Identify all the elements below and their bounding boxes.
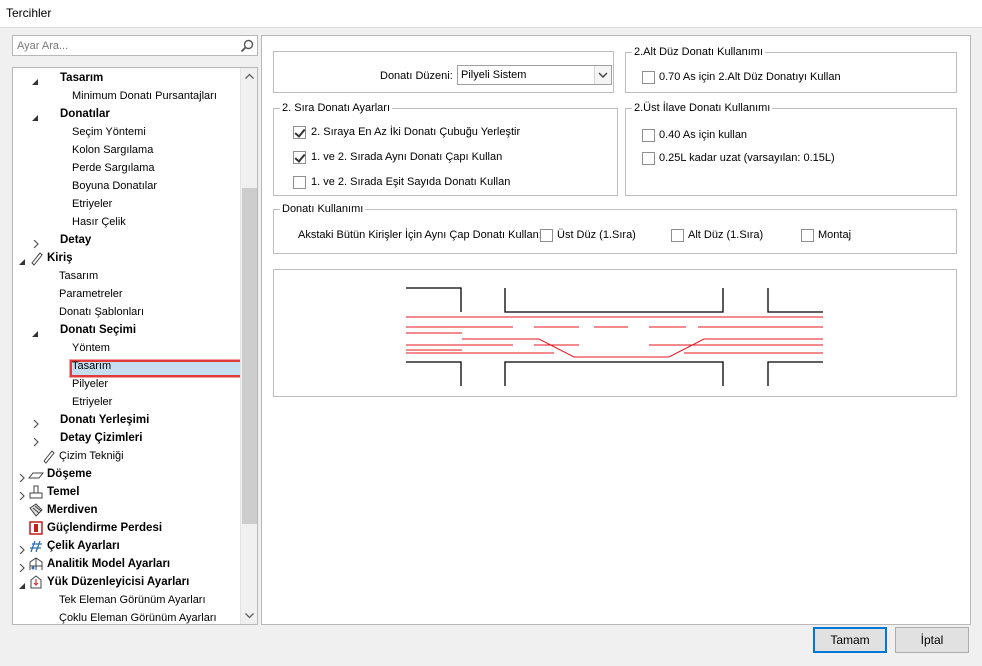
assembly-label: Montaj — [818, 229, 852, 241]
bottom-second-row-group: 2.Alt Düz Donatı Kullanımı 0.70 As için … — [625, 46, 957, 93]
bottom-second-row-legend: 2.Alt Düz Donatı Kullanımı — [634, 46, 764, 58]
equal-count-label: 1. ve 2. Sırada Eşit Sayıda Donatı Kulla… — [311, 176, 511, 188]
bottom-straight-checkbox[interactable] — [671, 229, 684, 242]
foundation-icon — [28, 484, 44, 500]
beam-rebar-drawing — [406, 287, 823, 386]
collapse-arrow-icon[interactable] — [31, 326, 39, 337]
top-straight-checkbox[interactable] — [540, 229, 553, 242]
expand-arrow-icon[interactable] — [18, 542, 26, 555]
arrangement-label: Donatı Düzeni: — [380, 70, 453, 82]
expand-arrow-icon[interactable] — [32, 236, 40, 249]
beam-icon — [28, 250, 44, 266]
bottom-second-row-checkbox[interactable] — [642, 71, 655, 84]
settings-search[interactable] — [12, 35, 258, 56]
top-straight-label: Üst Düz (1.Sıra) — [557, 229, 636, 241]
steel-icon — [28, 538, 44, 554]
scroll-up-arrow-icon[interactable] — [241, 68, 257, 85]
expand-arrow-icon[interactable] — [18, 488, 26, 501]
equal-count-checkbox[interactable] — [293, 176, 306, 189]
search-input[interactable] — [13, 36, 239, 55]
stairs-icon — [28, 502, 44, 518]
settings-tree[interactable]: Tasarım Minimum Donatı Pursantajları Don… — [12, 67, 258, 625]
expand-arrow-icon[interactable] — [18, 470, 26, 483]
rebar-diagram — [273, 269, 957, 397]
bottom-second-row-label: 0.70 As için 2.Alt Düz Donatıyı Kullan — [659, 71, 841, 83]
shear-wall-icon — [28, 520, 44, 536]
chevron-down-icon[interactable] — [594, 66, 611, 84]
load-editor-icon — [28, 574, 44, 590]
bottom-straight-label: Alt Düz (1.Sıra) — [688, 229, 764, 241]
min-two-bars-label: 2. Sıraya En Az İki Donatı Çubuğu Yerleş… — [311, 126, 521, 138]
second-row-legend: 2. Sıra Donatı Ayarları — [282, 102, 391, 114]
extend-025l-label: 0.25L kadar uzat (varsayılan: 0.15L) — [659, 152, 835, 164]
arrangement-group: Donatı Düzeni: Pilyeli Sistem — [273, 51, 614, 93]
rebar-usage-group: Donatı Kullanımı Akstaki Bütün Kirişler … — [273, 203, 957, 254]
title-bar: Tercihler — [0, 0, 982, 28]
rebar-usage-legend: Donatı Kullanımı — [282, 203, 364, 215]
ok-button[interactable]: Tamam — [813, 627, 887, 653]
search-icon[interactable] — [239, 38, 255, 54]
assembly-checkbox[interactable] — [801, 229, 814, 242]
same-diameter-label: 1. ve 2. Sırada Aynı Donatı Çapı Kullan — [311, 151, 503, 163]
scroll-down-arrow-icon[interactable] — [241, 607, 257, 624]
beam-icon — [40, 448, 56, 464]
min-two-bars-checkbox[interactable] — [293, 126, 306, 139]
slab-icon — [27, 466, 45, 482]
expand-arrow-icon[interactable] — [32, 416, 40, 429]
extend-025l-checkbox[interactable] — [642, 152, 655, 165]
expand-arrow-icon[interactable] — [32, 434, 40, 447]
collapse-arrow-icon[interactable] — [31, 74, 39, 85]
analytic-model-icon — [28, 556, 44, 572]
same-diameter-axis-label: Akstaki Bütün Kirişler İçin Aynı Çap Don… — [298, 229, 542, 241]
collapse-arrow-icon[interactable] — [18, 578, 26, 589]
top-extra-legend: 2.Üst İlave Donatı Kullanımı — [634, 102, 771, 114]
second-row-settings-group: 2. Sıra Donatı Ayarları 2. Sıraya En Az … — [273, 102, 618, 196]
scrollbar-thumb[interactable] — [242, 188, 257, 524]
arrangement-dropdown[interactable]: Pilyeli Sistem — [457, 65, 612, 85]
settings-content-panel: Donatı Düzeni: Pilyeli Sistem 2.Alt Düz … — [261, 35, 971, 625]
same-diameter-checkbox[interactable] — [293, 151, 306, 164]
collapse-arrow-icon[interactable] — [18, 254, 26, 265]
window-title: Tercihler — [6, 6, 52, 20]
expand-arrow-icon[interactable] — [18, 560, 26, 573]
use-040-label: 0.40 As için kullan — [659, 129, 748, 141]
top-extra-group: 2.Üst İlave Donatı Kullanımı 0.40 As içi… — [625, 102, 957, 196]
use-040-checkbox[interactable] — [642, 129, 655, 142]
arrangement-value: Pilyeli Sistem — [461, 69, 527, 81]
collapse-arrow-icon[interactable] — [31, 110, 39, 121]
cancel-button[interactable]: İptal — [895, 627, 969, 653]
tree-scrollbar[interactable] — [240, 68, 257, 624]
